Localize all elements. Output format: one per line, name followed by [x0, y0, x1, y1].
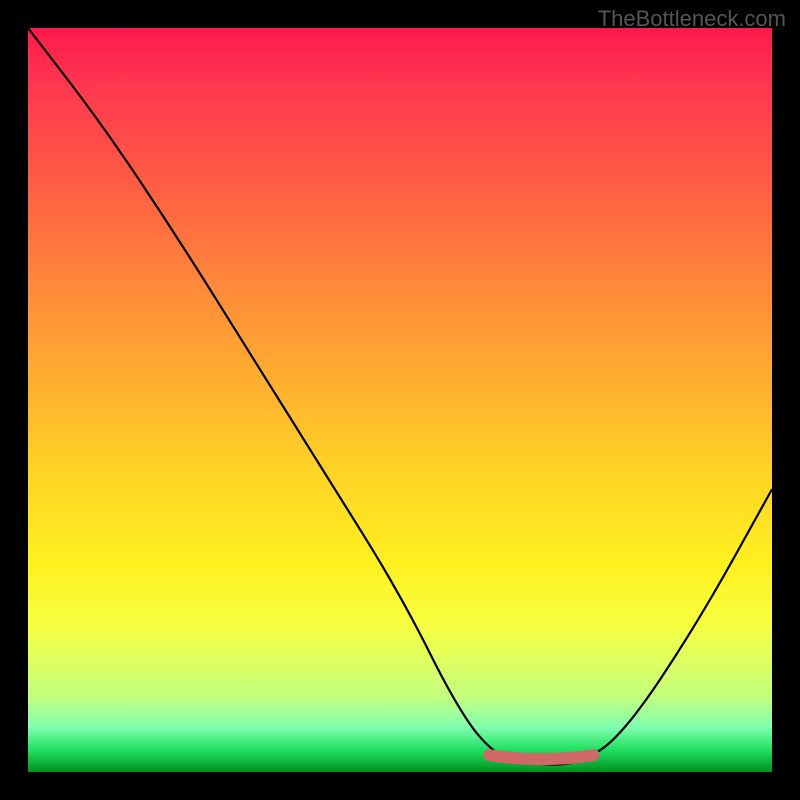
- bottleneck-curve-path: [28, 28, 772, 765]
- highlight-segment: [489, 755, 593, 759]
- curve-svg: [28, 28, 772, 772]
- chart-container: TheBottleneck.com: [0, 0, 800, 800]
- watermark-text: TheBottleneck.com: [598, 6, 786, 32]
- plot-area: [28, 28, 772, 772]
